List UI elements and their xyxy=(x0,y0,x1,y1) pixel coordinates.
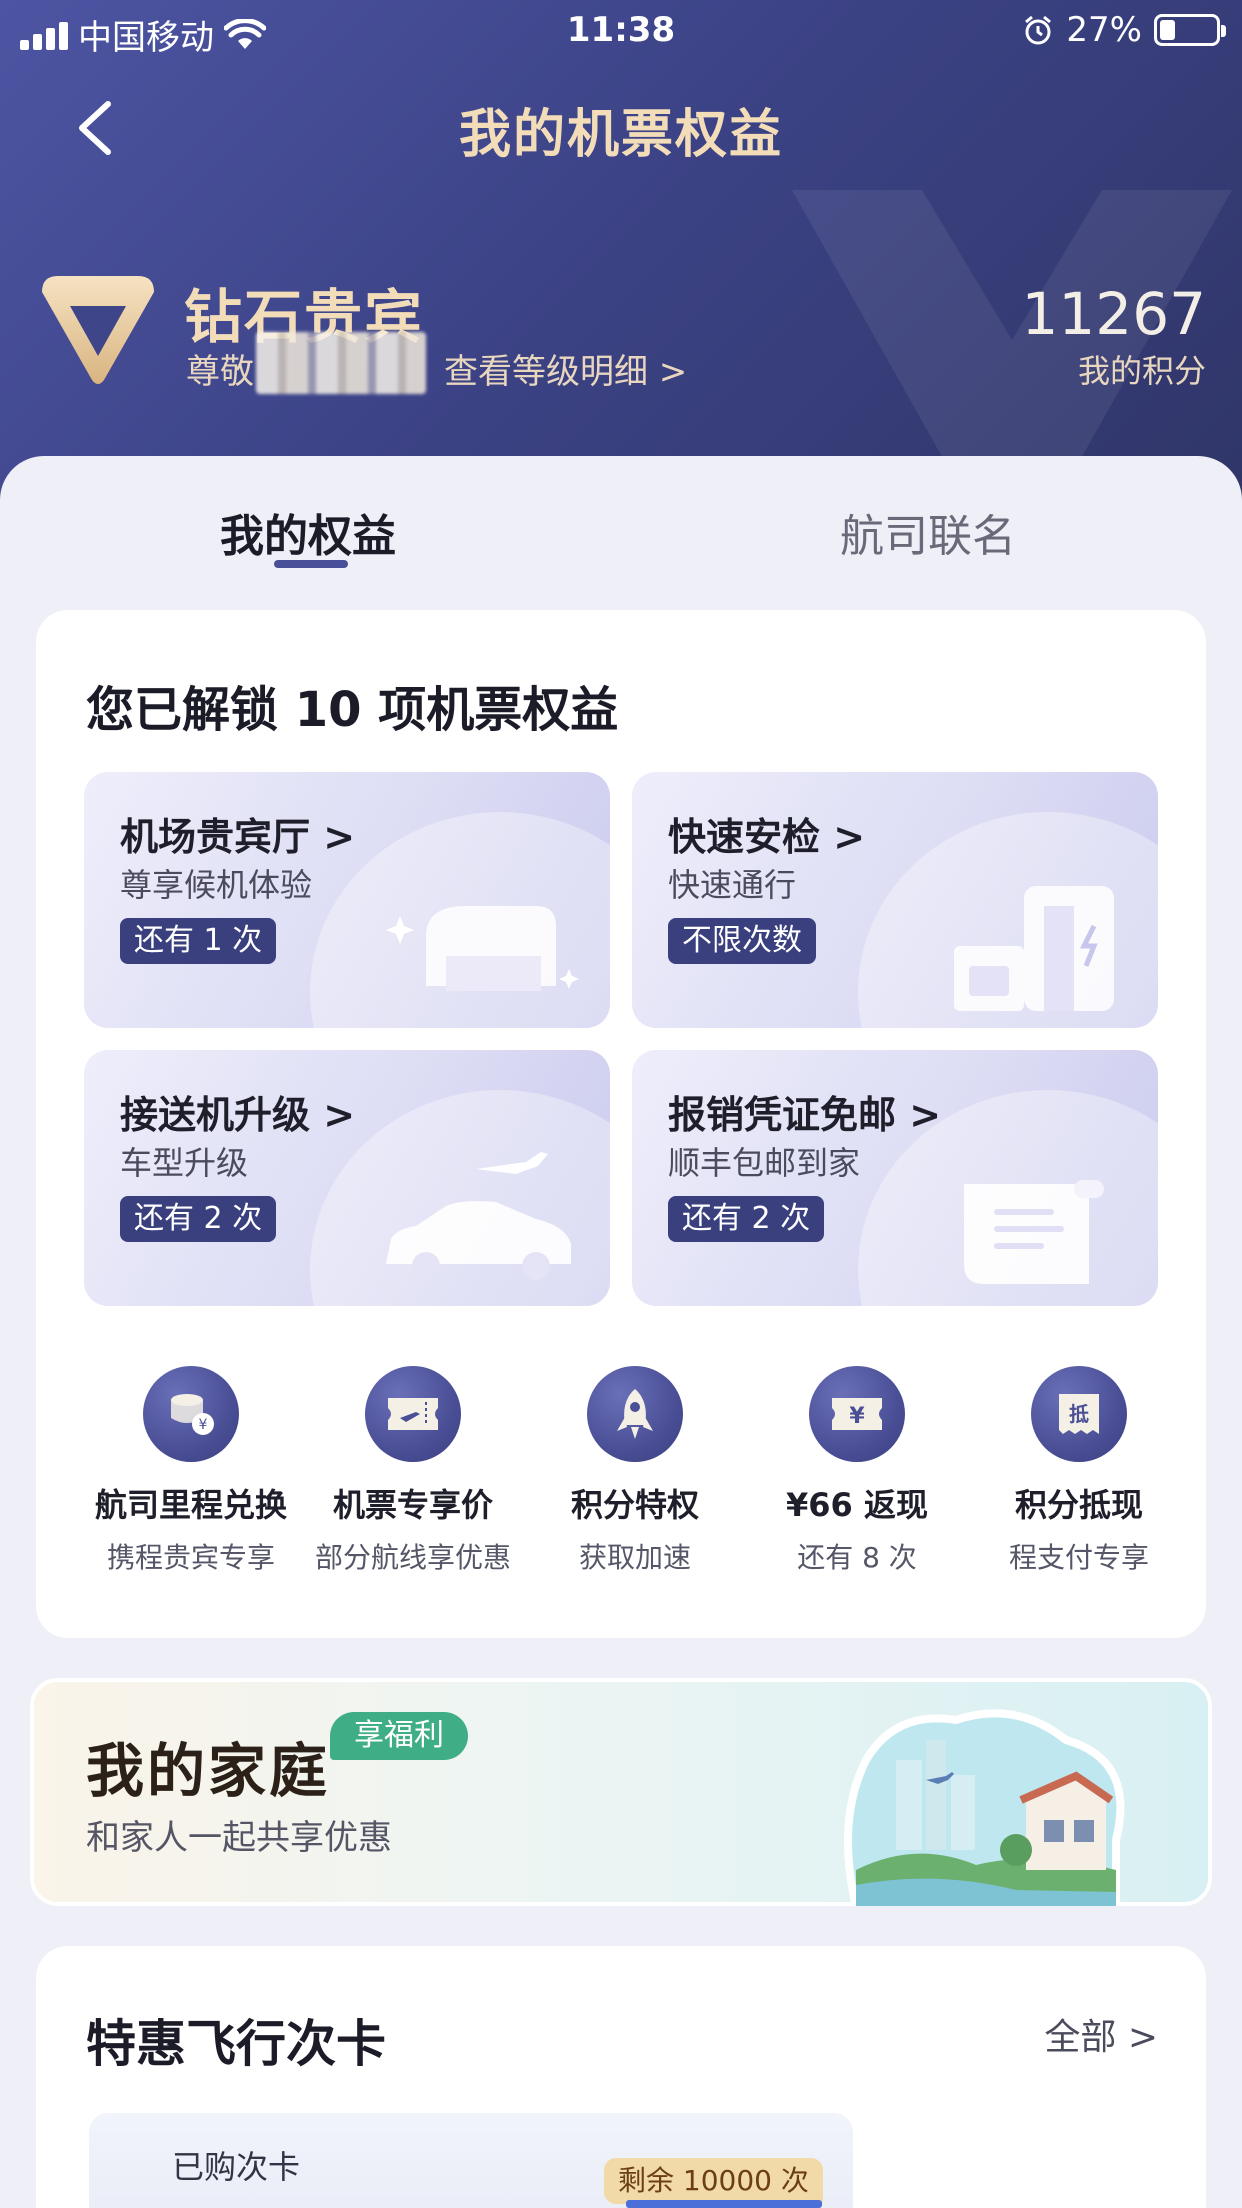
quick-subtitle: 程支付专享 xyxy=(1008,1541,1149,1574)
benefit-subtitle: 顺丰包邮到家 xyxy=(668,1144,861,1182)
quick-exclusive-fare[interactable]: 机票专享价 部分航线享优惠 xyxy=(308,1366,518,1576)
quick-subtitle: 还有 8 次 xyxy=(797,1541,917,1574)
quick-subtitle: 获取加速 xyxy=(578,1541,691,1574)
svg-text:抵: 抵 xyxy=(1069,1402,1089,1426)
benefit-card-fast-security[interactable]: 快速安检 > 快速通行 不限次数 xyxy=(632,772,1158,1028)
level-details-link[interactable]: 查看等级明细 > xyxy=(444,344,687,393)
active-tab-indicator xyxy=(274,560,348,568)
tab-airline-cobrand[interactable]: 航司联名 xyxy=(840,500,1016,564)
svg-text:¥: ¥ xyxy=(199,1417,208,1433)
coins-icon: ¥ xyxy=(143,1366,239,1462)
purchased-label: 已购次卡 xyxy=(172,2148,301,2186)
remaining-badge: 剩余 10000 次 xyxy=(604,2158,823,2204)
benefit-card-car-upgrade[interactable]: 接送机升级 > 车型升级 还有 2 次 xyxy=(84,1050,610,1306)
status-bar: 中国移动 11:38 27% xyxy=(0,0,1242,66)
benefit-badge: 不限次数 xyxy=(668,918,816,964)
member-name-redacted xyxy=(256,332,426,394)
quick-label: 积分特权 xyxy=(570,1486,699,1524)
card-accent-strip xyxy=(626,2200,822,2208)
view-all-link[interactable]: 全部 > xyxy=(1044,2008,1158,2060)
yen-voucher-icon: ¥ xyxy=(809,1366,905,1462)
receipt-icon xyxy=(964,1180,1104,1284)
battery-percent: 27% xyxy=(1066,10,1142,50)
offset-icon: 抵 xyxy=(1031,1366,1127,1462)
flight-cards-title: 特惠飞行次卡 xyxy=(86,2015,386,2073)
quick-cashback[interactable]: ¥ ¥66 返现 还有 8 次 xyxy=(752,1366,962,1576)
alarm-icon xyxy=(1025,15,1052,45)
benefit-badge: 还有 1 次 xyxy=(120,918,277,964)
car-plane-icon xyxy=(386,1152,571,1280)
benefit-subtitle: 尊享候机体验 xyxy=(120,866,313,904)
family-house-illustration xyxy=(844,1709,1125,1906)
benefits-title: 您已解锁 10 项机票权益 xyxy=(86,682,619,738)
quick-mileage-exchange[interactable]: ¥ 航司里程兑换 携程贵宾专享 xyxy=(86,1366,296,1576)
rocket-icon xyxy=(587,1366,683,1462)
benefit-title: 快速安检 > xyxy=(668,815,866,859)
quick-label: 机票专享价 xyxy=(332,1486,493,1524)
benefit-badge: 还有 2 次 xyxy=(668,1196,825,1242)
benefit-subtitle: 车型升级 xyxy=(120,1144,249,1182)
benefit-badge: 还有 2 次 xyxy=(120,1196,277,1242)
quick-points-offset[interactable]: 抵 积分抵现 程支付专享 xyxy=(974,1366,1184,1576)
diamond-badge-icon xyxy=(42,276,154,384)
points-label: 我的积分 xyxy=(1077,352,1206,390)
tab-my-benefits[interactable]: 我的权益 xyxy=(220,500,396,564)
benefit-subtitle: 快速通行 xyxy=(668,866,797,904)
benefit-card-lounge[interactable]: 机场贵宾厅 > 尊享候机体验 还有 1 次 xyxy=(84,772,610,1028)
quick-subtitle: 携程贵宾专享 xyxy=(106,1541,275,1574)
lounge-chair-icon xyxy=(386,906,579,991)
benefit-title: 机场贵宾厅 > xyxy=(120,815,356,859)
quick-points-privilege[interactable]: 积分特权 获取加速 xyxy=(530,1366,740,1576)
quick-label: 积分抵现 xyxy=(1014,1486,1143,1524)
battery-icon xyxy=(1154,14,1226,46)
page-title: 我的机票权益 xyxy=(458,105,783,165)
security-gate-icon xyxy=(954,886,1114,1011)
family-welfare-tag: 享福利 xyxy=(330,1712,468,1760)
benefit-card-free-mail[interactable]: 报销凭证免邮 > 顺丰包邮到家 还有 2 次 xyxy=(632,1050,1158,1306)
benefit-title: 报销凭证免邮 > xyxy=(668,1093,942,1137)
quick-subtitle: 部分航线享优惠 xyxy=(314,1541,511,1574)
family-title: 我的家庭 xyxy=(86,1737,331,1805)
svg-text:¥: ¥ xyxy=(849,1404,865,1429)
member-greeting: 尊敬 xyxy=(186,352,254,392)
points-value[interactable]: 11267 xyxy=(1021,280,1206,348)
quick-label: ¥66 返现 xyxy=(786,1486,928,1524)
quick-label: 航司里程兑换 xyxy=(94,1486,287,1524)
ticket-icon xyxy=(365,1366,461,1462)
benefit-title: 接送机升级 > xyxy=(120,1093,356,1137)
family-subtitle: 和家人一起共享优惠 xyxy=(86,1818,392,1858)
